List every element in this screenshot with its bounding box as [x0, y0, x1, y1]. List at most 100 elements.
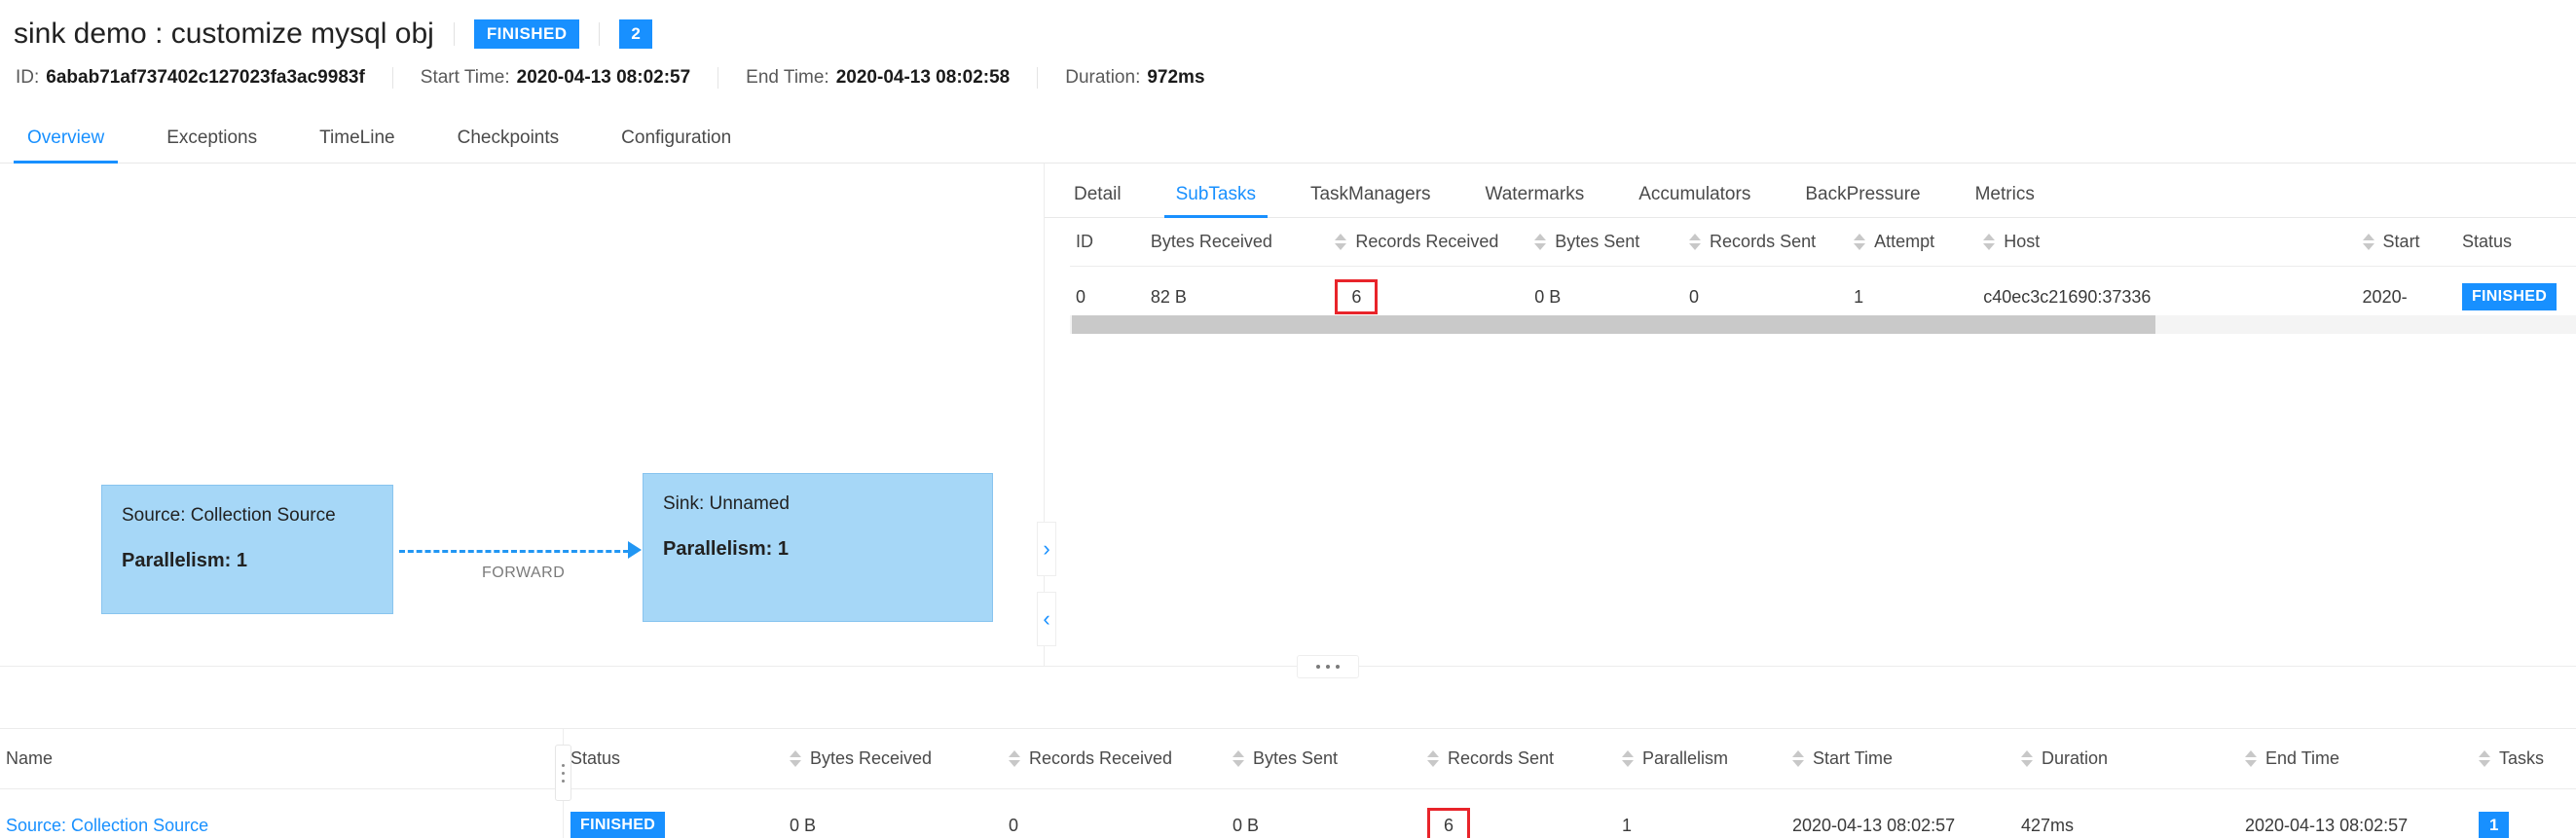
col-header-bytes-sent[interactable]: Bytes Sent	[1227, 729, 1421, 789]
col-header-records-sent[interactable]: Records Sent	[1683, 218, 1849, 267]
top-panels: Source: Collection Source Parallelism: 1…	[0, 164, 2576, 666]
col-header-label: Records Sent	[1710, 232, 1817, 251]
subtasks-hscrollbar-thumb[interactable]	[1072, 315, 2155, 334]
col-header-status: Status	[2455, 218, 2576, 267]
meta-duration: Duration: 972ms	[1065, 67, 1204, 89]
detail-tab-bar: Detail SubTasks TaskManagers Watermarks Accu…	[1045, 164, 2576, 218]
sort-arrows-icon[interactable]	[1622, 749, 1634, 769]
col-header-start-time[interactable]: Start Time	[1786, 729, 2015, 789]
vertex-duration: 427ms	[2015, 788, 2239, 838]
col-header-label: Bytes Received	[810, 748, 933, 768]
job-graph-panel[interactable]: Source: Collection Source Parallelism: 1…	[0, 164, 1045, 666]
status-badge: FINISHED	[570, 812, 666, 838]
tab-checkpoints[interactable]: Checkpoints	[452, 128, 566, 163]
detail-tab-accumulators[interactable]: Accumulators	[1635, 184, 1754, 217]
highlight-box: 6	[1335, 279, 1379, 314]
col-header-bytes-received[interactable]: Bytes Received	[784, 729, 1003, 789]
vertex-row[interactable]: Source: Collection Source FINISHED 0 B00 B…	[0, 788, 2576, 838]
sort-arrows-icon[interactable]	[1233, 749, 1244, 769]
col-header-bytes-sent[interactable]: Bytes Sent	[1528, 218, 1684, 267]
tab-overview[interactable]: Overview	[13, 128, 119, 164]
col-header-start[interactable]: Start	[2356, 218, 2456, 267]
col-header-label: Tasks	[2499, 748, 2545, 768]
col-header-records-received[interactable]: Records Received	[1003, 729, 1227, 789]
col-header-parallelism[interactable]: Parallelism	[1616, 729, 1786, 789]
col-header-attempt[interactable]: Attempt	[1848, 218, 1978, 267]
vertex-records-sent: 6	[1421, 788, 1616, 838]
col-header-label: ID	[1076, 232, 1093, 251]
meta-duration-label: Duration:	[1065, 67, 1141, 88]
horizontal-splitter[interactable]	[0, 655, 2576, 695]
graph-node-sink-name: Sink: Unnamed	[663, 493, 790, 514]
col-header-id: ID	[1070, 218, 1145, 267]
col-header-records-sent[interactable]: Records Sent	[1421, 729, 1616, 789]
col-header-host[interactable]: Host	[1977, 218, 2357, 267]
vertex-records-received: 0	[1003, 788, 1227, 838]
col-header-label: Start Time	[1813, 748, 1894, 768]
meta-job-id-label: ID:	[16, 67, 40, 88]
vertex-name[interactable]: Source: Collection Source	[0, 788, 565, 838]
vertex-status: FINISHED	[565, 788, 784, 838]
sort-arrows-icon[interactable]	[1534, 233, 1547, 252]
task-count-badge: 2	[619, 19, 652, 49]
detail-tab-backpressure[interactable]: BackPressure	[1801, 184, 1924, 217]
meta-job-id: ID: 6abab71af737402c127023fa3ac9983f	[16, 67, 365, 89]
detail-tab-detail[interactable]: Detail	[1070, 184, 1125, 217]
col-header-label: Start	[2382, 232, 2420, 251]
col-header-duration[interactable]: Duration	[2015, 729, 2239, 789]
meta-divider	[391, 67, 393, 89]
graph-node-source-name: Source: Collection Source	[122, 505, 336, 526]
sort-arrows-icon[interactable]	[1335, 233, 1347, 252]
graph-node-source[interactable]: Source: Collection Source Parallelism: 1	[101, 485, 393, 614]
col-header-label: Parallelism	[1642, 748, 1729, 768]
sort-arrows-icon[interactable]	[1854, 233, 1866, 252]
detail-tab-watermarks[interactable]: Watermarks	[1482, 184, 1589, 217]
vertex-parallelism: 1	[1616, 788, 1786, 838]
graph-node-sink[interactable]: Sink: Unnamed Parallelism: 1	[643, 473, 993, 622]
meta-end-time: End Time: 2020-04-13 08:02:58	[746, 67, 1010, 89]
meta-start-time-value: 2020-04-13 08:02:57	[516, 67, 691, 88]
sort-arrows-icon[interactable]	[2245, 749, 2257, 769]
col-header-label: Bytes Sent	[1253, 748, 1339, 768]
col-header-tasks[interactable]: Tasks	[2473, 729, 2576, 789]
splitter-drag-handle-icon[interactable]	[1297, 655, 1359, 678]
subtasks-table: ID Bytes Received Records Received Bytes Se…	[1070, 218, 2576, 328]
sort-arrows-icon[interactable]	[1689, 233, 1702, 252]
sort-arrows-icon[interactable]	[2362, 233, 2374, 252]
job-header: sink demo : customize mysql obj FINISHED…	[0, 0, 2576, 55]
sort-arrows-icon[interactable]	[1009, 749, 1020, 769]
col-header-label: Status	[2461, 232, 2513, 251]
col-header-label: Records Sent	[1448, 748, 1555, 768]
sort-arrows-icon[interactable]	[1983, 233, 1996, 252]
col-header-label: Host	[2004, 232, 2041, 251]
chevron-right-icon[interactable]: ›	[1037, 522, 1056, 576]
vertices-column-drag-handle-icon[interactable]	[555, 745, 571, 801]
col-header-end-time[interactable]: End Time	[2239, 729, 2473, 789]
vertex-bytes-sent: 0 B	[1227, 788, 1421, 838]
detail-tab-taskmanagers[interactable]: TaskManagers	[1306, 184, 1435, 217]
vertex-name-link[interactable]: Source: Collection Source	[6, 816, 208, 835]
col-header-label: Bytes Sent	[1555, 232, 1640, 251]
sort-arrows-icon[interactable]	[1427, 749, 1439, 769]
graph-node-sink-parallelism: Parallelism: 1	[663, 538, 789, 560]
tab-timeline[interactable]: TimeLine	[313, 128, 400, 163]
chevron-left-icon[interactable]: ‹	[1037, 592, 1056, 646]
tab-configuration[interactable]: Configuration	[615, 128, 737, 163]
col-header-records-received[interactable]: Records Received	[1329, 218, 1529, 267]
meta-end-time-label: End Time:	[746, 67, 829, 88]
col-header-label: Records Received	[1029, 748, 1173, 768]
graph-node-source-parallelism: Parallelism: 1	[122, 550, 247, 571]
meta-start-time: Start Time: 2020-04-13 08:02:57	[421, 67, 690, 89]
sort-arrows-icon[interactable]	[2479, 749, 2490, 769]
tab-exceptions[interactable]: Exceptions	[161, 128, 263, 163]
meta-start-time-label: Start Time:	[420, 67, 510, 88]
sort-arrows-icon[interactable]	[1792, 749, 1804, 769]
detail-tab-metrics[interactable]: Metrics	[1971, 184, 2039, 217]
page-title: sink demo : customize mysql obj	[14, 18, 434, 50]
meta-job-id-value: 6abab71af737402c127023fa3ac9983f	[46, 67, 365, 88]
sort-arrows-icon[interactable]	[790, 749, 801, 769]
sort-arrows-icon[interactable]	[2021, 749, 2033, 769]
detail-tab-subtasks[interactable]: SubTasks	[1163, 184, 1269, 218]
col-header-label: Duration	[2042, 748, 2109, 768]
meta-duration-value: 972ms	[1147, 67, 1205, 88]
